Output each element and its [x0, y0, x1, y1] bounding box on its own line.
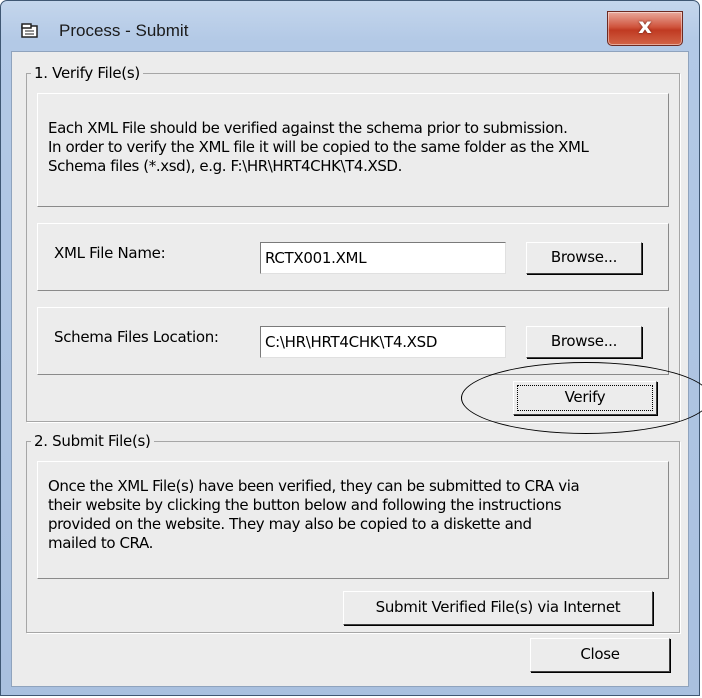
xml-file-name-input[interactable]: RCTX001.XML	[260, 242, 506, 274]
process-window-icon	[21, 23, 38, 38]
xml-file-name-label: XML File Name:	[54, 244, 166, 262]
verify-highlight-ellipse	[461, 362, 702, 434]
verify-description-text: Each XML File should be verified against…	[48, 119, 589, 175]
submit-files-group-label: 2. Submit File(s)	[31, 432, 154, 450]
close-window-button[interactable]: x	[607, 11, 683, 46]
submit-via-internet-button[interactable]: Submit Verified File(s) via Internet	[343, 591, 653, 625]
close-icon: x	[638, 14, 652, 38]
close-button[interactable]: Close	[530, 638, 670, 672]
submit-files-group: 2. Submit File(s) Once the XML File(s) h…	[26, 432, 680, 633]
xml-browse-button[interactable]: Browse...	[526, 242, 642, 274]
window-title: Process - Submit	[59, 21, 189, 40]
submit-description-text: Once the XML File(s) have been verified,…	[48, 477, 580, 552]
verify-files-group-label: 1. Verify File(s)	[31, 64, 143, 82]
title-bar[interactable]: Process - Submit x	[1, 1, 699, 51]
xml-file-panel: XML File Name: RCTX001.XML Browse...	[37, 223, 669, 291]
process-submit-window: Process - Submit x 1. Verify File(s) Eac…	[0, 0, 700, 696]
submit-description-panel: Once the XML File(s) have been verified,…	[37, 461, 669, 579]
schema-files-location-label: Schema Files Location:	[54, 328, 219, 346]
schema-browse-button[interactable]: Browse...	[526, 326, 642, 358]
verify-description-panel: Each XML File should be verified against…	[37, 93, 669, 207]
schema-files-location-input[interactable]: C:\HR\HRT4CHK\T4.XSD	[260, 326, 506, 358]
